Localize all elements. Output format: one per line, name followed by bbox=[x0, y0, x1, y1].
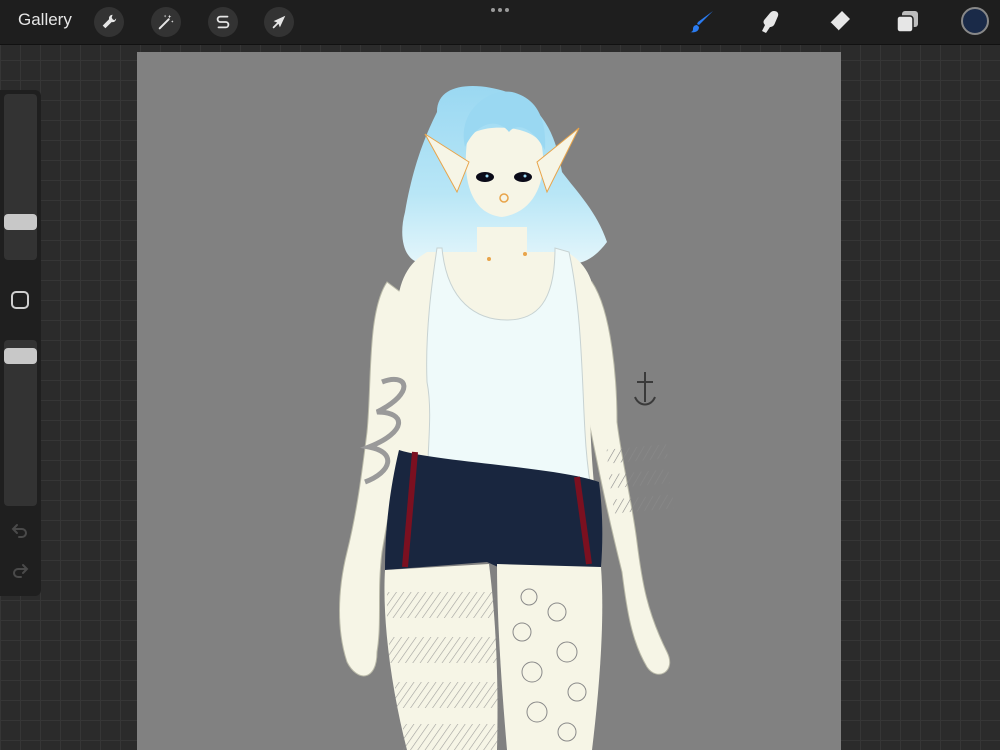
square-modify-icon[interactable] bbox=[11, 291, 29, 309]
transform-button[interactable] bbox=[264, 7, 294, 37]
arrow-cursor-icon bbox=[272, 15, 286, 29]
smudge-finger-icon bbox=[762, 11, 779, 33]
top-toolbar: Gallery bbox=[0, 0, 1000, 45]
redo-button[interactable] bbox=[10, 560, 30, 580]
side-toolbar bbox=[0, 90, 41, 596]
adjustments-button[interactable] bbox=[151, 7, 181, 37]
brush-opacity-slider[interactable] bbox=[4, 340, 37, 506]
actions-button[interactable] bbox=[94, 7, 124, 37]
more-options-button[interactable] bbox=[488, 4, 512, 16]
brush-icon bbox=[690, 11, 713, 33]
brush-size-slider-handle[interactable] bbox=[4, 214, 37, 230]
eraser-tool-button[interactable] bbox=[823, 6, 855, 38]
drawing-canvas[interactable] bbox=[137, 52, 841, 750]
more-dots-icon bbox=[491, 8, 495, 12]
redo-arrow-icon bbox=[13, 564, 29, 578]
layers-icon bbox=[896, 11, 918, 33]
undo-button[interactable] bbox=[10, 520, 30, 540]
layers-button[interactable] bbox=[891, 6, 923, 38]
undo-arrow-icon bbox=[11, 524, 27, 538]
character-illustration bbox=[339, 86, 674, 750]
selection-s-icon bbox=[216, 15, 230, 29]
smudge-tool-button[interactable] bbox=[754, 6, 786, 38]
color-picker-button[interactable] bbox=[961, 7, 989, 35]
brush-size-slider[interactable] bbox=[4, 94, 37, 260]
selection-button[interactable] bbox=[208, 7, 238, 37]
brush-opacity-slider-handle[interactable] bbox=[4, 347, 37, 364]
eraser-icon bbox=[829, 11, 850, 32]
gallery-button[interactable]: Gallery bbox=[18, 10, 72, 30]
wrench-icon bbox=[102, 14, 117, 29]
magic-wand-icon bbox=[158, 14, 174, 30]
paint-tool-button[interactable] bbox=[686, 6, 718, 38]
